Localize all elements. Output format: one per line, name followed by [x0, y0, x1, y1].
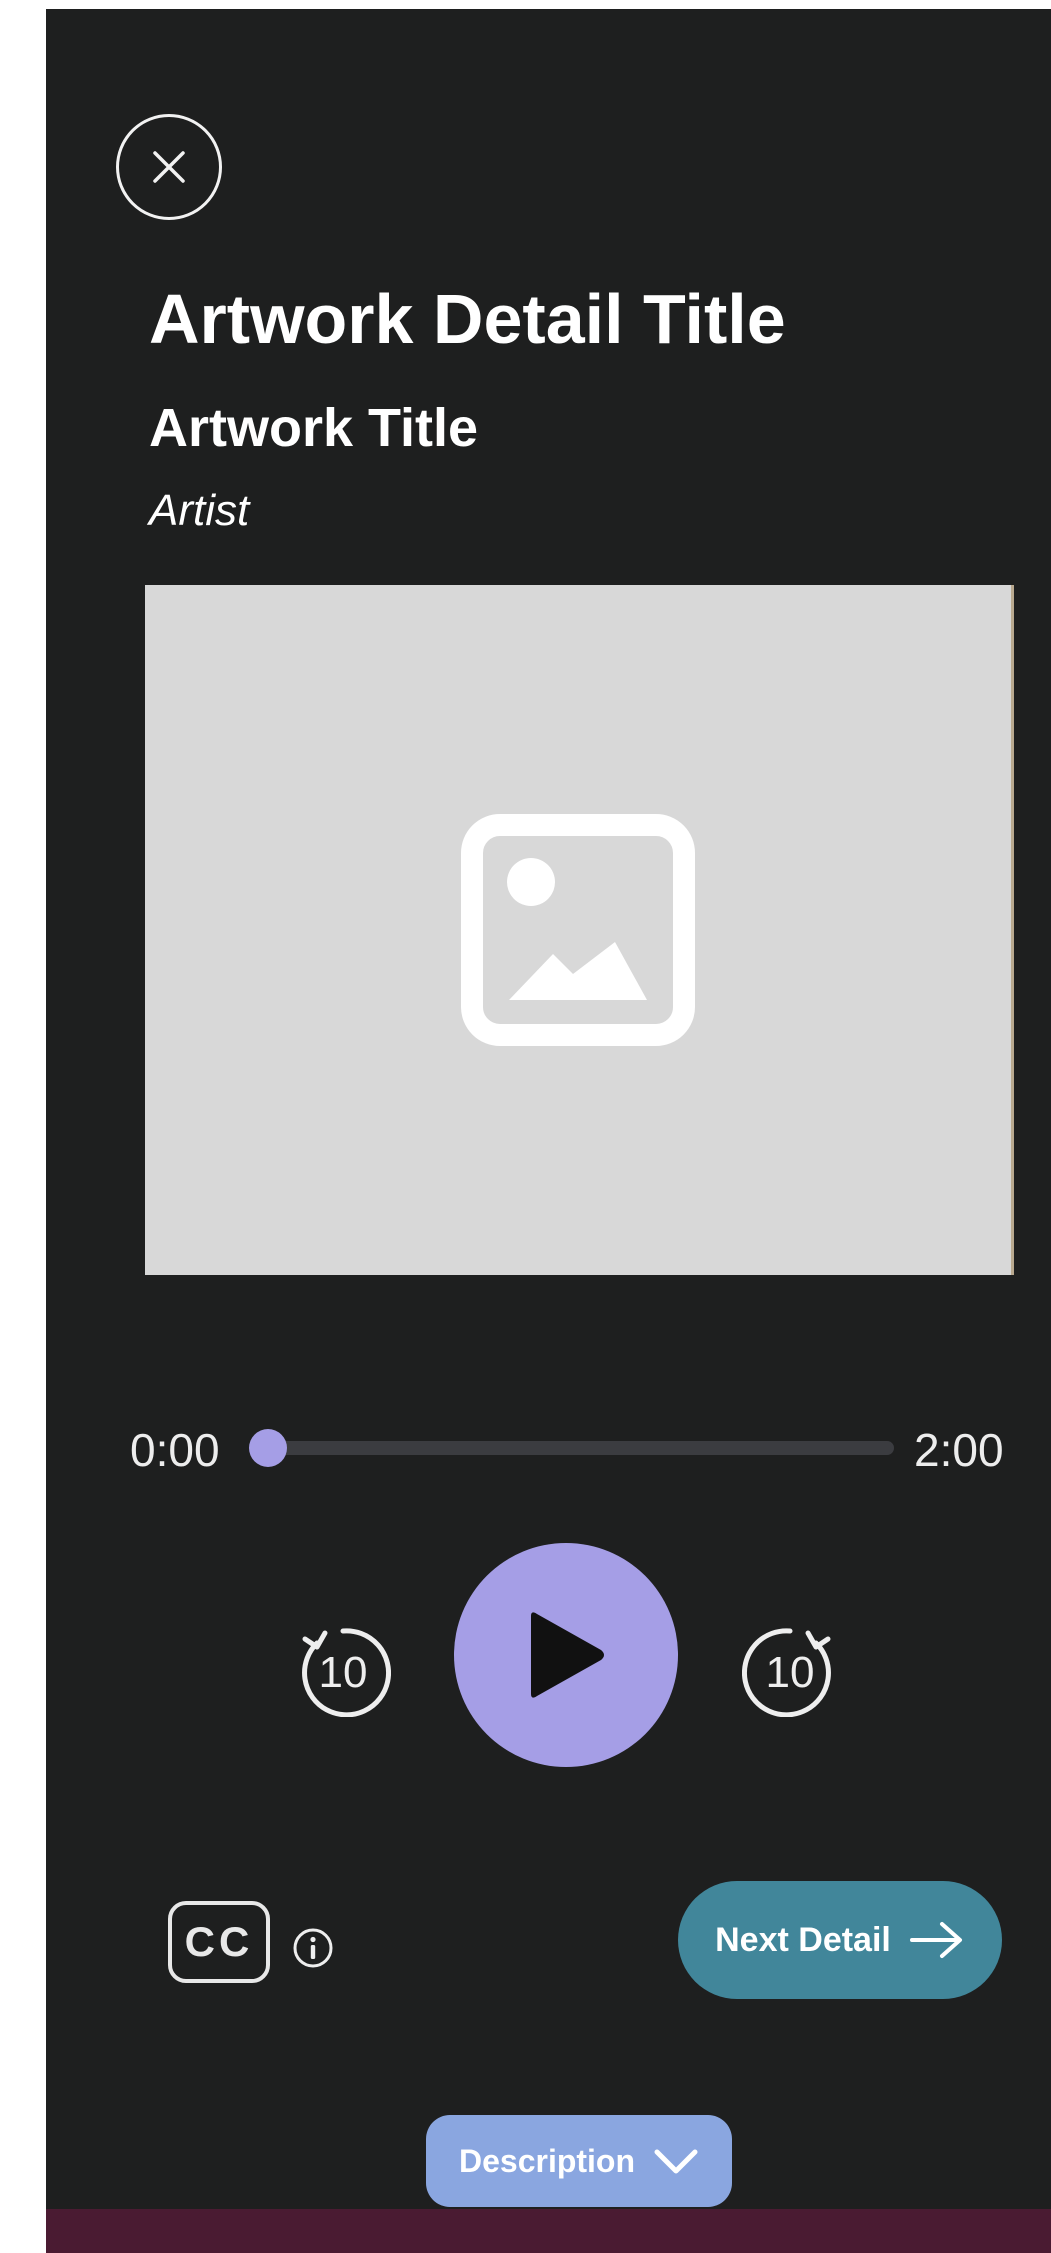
close-button[interactable] — [116, 114, 222, 220]
artwork-detail-panel: Artwork Detail Title Artwork Title Artis… — [46, 9, 1051, 2253]
artwork-image — [145, 585, 1014, 1275]
svg-text:10: 10 — [319, 1648, 368, 1697]
cc-label: CC — [184, 1918, 254, 1965]
image-placeholder-icon — [461, 814, 695, 1046]
closed-captions-button[interactable]: CC — [168, 1901, 270, 1983]
next-detail-button[interactable]: Next Detail — [678, 1881, 1002, 1999]
total-time: 2:00 — [914, 1424, 1004, 1476]
page-title: Artwork Detail Title — [149, 280, 786, 358]
artist-name: Artist — [149, 486, 250, 535]
chevron-down-icon — [654, 2149, 698, 2174]
info-button[interactable] — [292, 1927, 334, 1969]
play-icon — [531, 1612, 604, 1698]
description-toggle-button[interactable]: Description — [426, 2115, 732, 2207]
bottom-bar — [46, 2209, 1051, 2253]
progress-slider[interactable] — [249, 1429, 894, 1467]
current-time: 0:00 — [130, 1424, 220, 1476]
play-button[interactable] — [454, 1543, 678, 1767]
rewind-10-button[interactable]: 10 — [295, 1617, 392, 1718]
rewind-10-icon: 10 — [302, 1628, 392, 1718]
info-icon — [293, 1928, 333, 1968]
svg-text:10: 10 — [766, 1648, 815, 1697]
next-detail-label: Next Detail — [715, 1920, 891, 1959]
close-icon — [153, 151, 185, 183]
forward-10-icon: 10 — [741, 1628, 831, 1718]
forward-10-button[interactable]: 10 — [741, 1617, 838, 1718]
arrow-right-icon — [909, 1922, 962, 1958]
progress-thumb[interactable] — [249, 1429, 287, 1467]
artwork-title: Artwork Title — [149, 398, 479, 458]
description-label: Description — [458, 2142, 636, 2179]
